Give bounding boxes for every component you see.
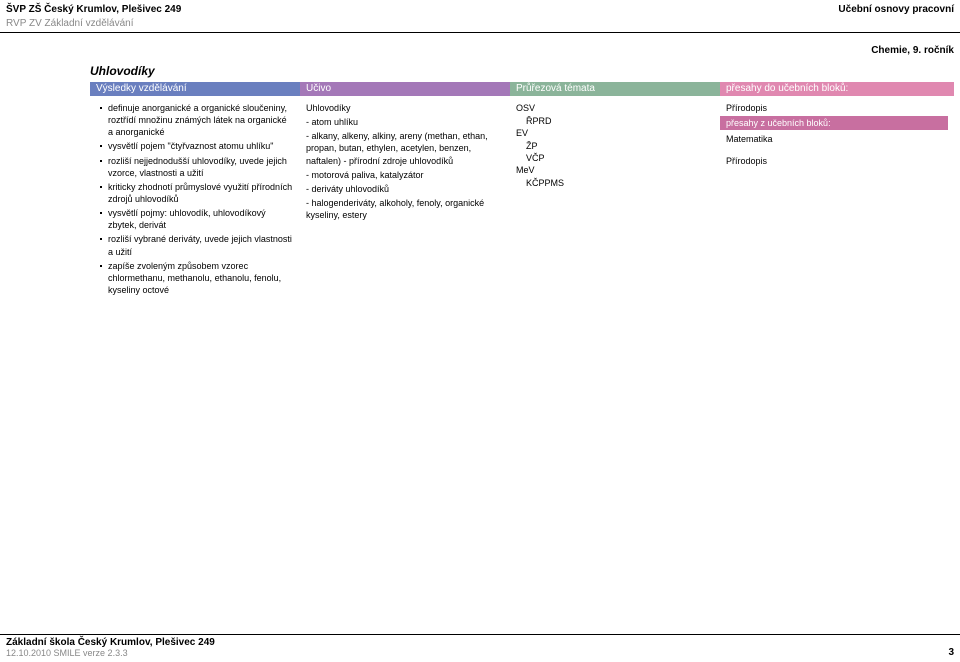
curriculum-title: Uhlovodíky bbox=[306, 102, 504, 114]
topic-group: EV bbox=[516, 127, 714, 139]
list-item: vysvětlí pojem "čtyřvaznost atomu uhlíku… bbox=[102, 140, 294, 152]
list-item: definuje anorganické a organické sloučen… bbox=[102, 102, 294, 138]
curriculum-line: - deriváty uhlovodíků bbox=[306, 183, 504, 195]
overlap-into-subject: Přírodopis bbox=[726, 102, 948, 114]
overlap-from-subject: Přírodopis bbox=[726, 155, 948, 167]
doc-title-right: Učební osnovy pracovní bbox=[838, 4, 954, 15]
page-number: 3 bbox=[948, 647, 954, 658]
subject-label: Chemie, 9. ročník bbox=[871, 45, 954, 56]
curriculum-line: - motorová paliva, katalyzátor bbox=[306, 169, 504, 181]
table-header-row: Výsledky vzdělávání Učivo Průřezová téma… bbox=[90, 82, 954, 96]
col-header-curriculum: Učivo bbox=[300, 82, 510, 96]
col-header-topics: Průřezová témata bbox=[510, 82, 720, 96]
overlap-from-subject: Matematika bbox=[726, 133, 948, 145]
topic-sub: KČPPMS bbox=[516, 177, 714, 189]
page-footer: Základní škola Český Krumlov, Plešivec 2… bbox=[0, 634, 960, 662]
list-item: zapíše zvoleným způsobem vzorec chlormet… bbox=[102, 260, 294, 296]
topic-group: OSV bbox=[516, 102, 714, 114]
curriculum-cell: Uhlovodíky - atom uhlíku - alkany, alken… bbox=[300, 98, 510, 298]
curriculum-line: - halogenderiváty, alkoholy, fenoly, org… bbox=[306, 197, 504, 221]
list-item: rozliší nejjednodušší uhlovodíky, uvede … bbox=[102, 155, 294, 179]
list-item: vysvětlí pojmy: uhlovodík, uhlovodíkový … bbox=[102, 207, 294, 231]
curriculum-line: - atom uhlíku bbox=[306, 116, 504, 128]
list-item: kriticky zhodnotí průmyslové využití pří… bbox=[102, 181, 294, 205]
footer-divider bbox=[0, 634, 960, 635]
footer-school: Základní škola Český Krumlov, Plešivec 2… bbox=[0, 637, 960, 648]
outcomes-cell: definuje anorganické a organické sloučen… bbox=[90, 98, 300, 298]
topic-sub: ŘPRD bbox=[516, 115, 714, 127]
section-title: Uhlovodíky bbox=[90, 64, 155, 78]
col-header-overlaps: přesahy do učebních bloků: bbox=[720, 82, 954, 96]
doc-subtitle: RVP ZV Základní vzdělávání bbox=[6, 18, 133, 29]
overlaps-cell: Přírodopis přesahy z učebních bloků: Mat… bbox=[720, 98, 954, 298]
curriculum-line: - alkany, alkeny, alkiny, areny (methan,… bbox=[306, 130, 504, 166]
list-item: rozliší vybrané deriváty, uvede jejich v… bbox=[102, 233, 294, 257]
topic-sub: VČP bbox=[516, 152, 714, 164]
col-header-outcomes: Výsledky vzdělávání bbox=[90, 82, 300, 96]
topic-group: MeV bbox=[516, 164, 714, 176]
topics-cell: OSV ŘPRD EV ŽP VČP MeV KČPPMS bbox=[510, 98, 720, 298]
footer-meta: 12.10.2010 SMILE verze 2.3.3 bbox=[0, 648, 960, 662]
doc-title-left: ŠVP ZŠ Český Krumlov, Plešivec 249 bbox=[6, 4, 181, 15]
header-divider bbox=[0, 32, 960, 33]
overlap-from-header: přesahy z učebních bloků: bbox=[720, 116, 948, 130]
table-body-row: definuje anorganické a organické sloučen… bbox=[90, 98, 954, 298]
